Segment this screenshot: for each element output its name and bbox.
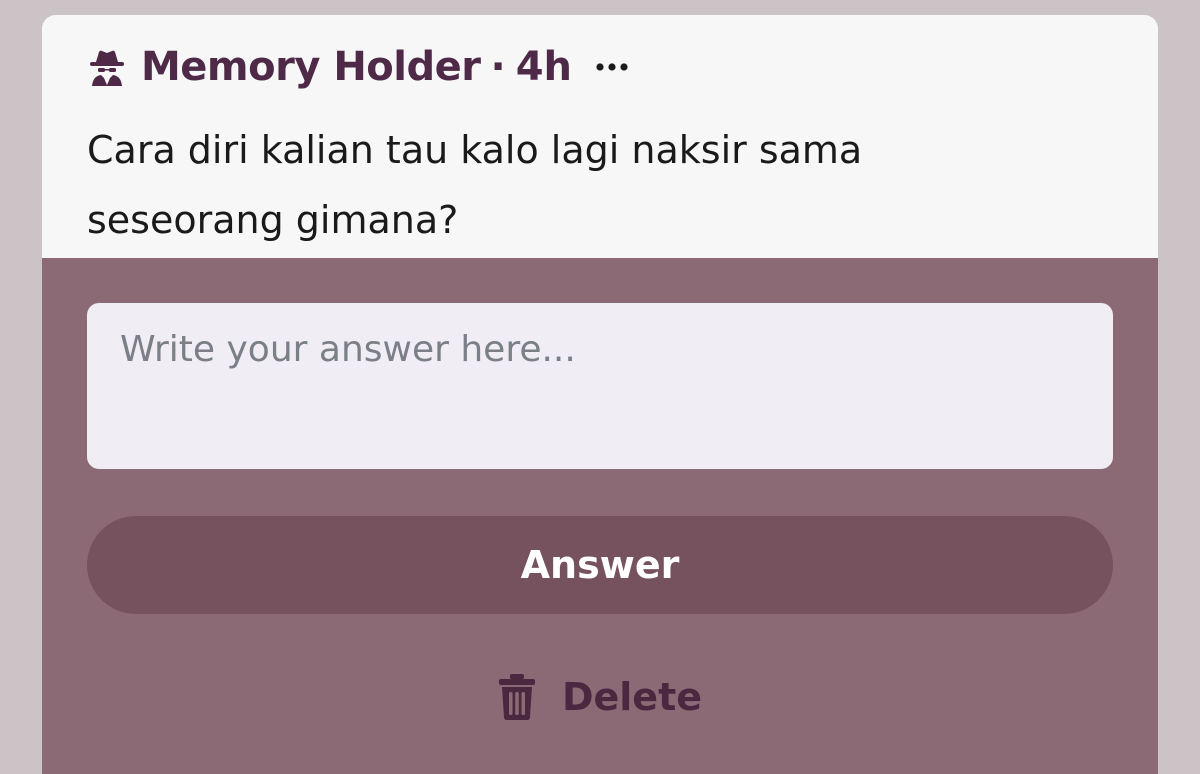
author-name[interactable]: Memory Holder <box>141 44 481 90</box>
answer-button[interactable]: Answer <box>87 516 1113 614</box>
spy-icon <box>87 47 127 87</box>
delete-button[interactable]: Delete <box>42 662 1158 732</box>
answer-section: Answer Delete <box>42 258 1158 774</box>
question-text: Cara diri kalian tau kalo lagi naksir sa… <box>87 128 863 242</box>
answer-input[interactable] <box>87 303 1113 469</box>
post-meta: Memory Holder · 4h <box>87 41 632 93</box>
post-timestamp: 4h <box>515 44 572 90</box>
question-card: Memory Holder · 4h Cara diri kalian tau … <box>42 15 1158 774</box>
more-options-button[interactable] <box>592 47 632 87</box>
more-horizontal-icon <box>596 63 628 71</box>
card-header: Memory Holder · 4h Cara diri kalian tau … <box>42 15 1158 258</box>
delete-label: Delete <box>561 675 703 719</box>
meta-separator: · <box>490 44 506 90</box>
trash-icon <box>498 673 536 721</box>
